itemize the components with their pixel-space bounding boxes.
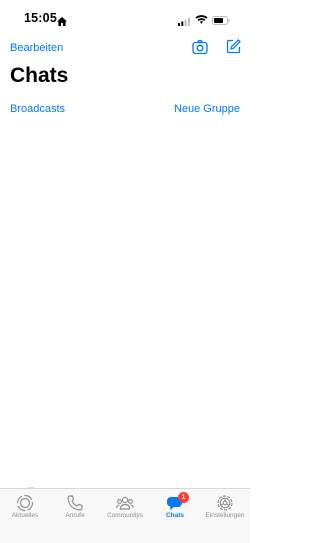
status-time: 15:05: [24, 11, 57, 25]
communities-icon: [116, 496, 134, 510]
broadcasts-link[interactable]: Broadcasts: [10, 103, 65, 115]
unread-badge: 1: [178, 492, 189, 503]
tab-bar: Aktuelles Anrufe Communitys 1 Chats Eins…: [0, 488, 250, 543]
camera-icon[interactable]: [192, 39, 208, 55]
status-bar: 15:05: [0, 0, 250, 34]
tab-calls[interactable]: Anrufe: [50, 489, 100, 543]
wifi-icon: [195, 11, 208, 29]
tab-settings[interactable]: Einstellungen: [200, 489, 250, 543]
updates-icon: [16, 494, 34, 512]
settings-gear-icon: [217, 495, 233, 511]
tab-label: Anrufe: [65, 512, 85, 519]
compose-icon[interactable]: [226, 39, 241, 54]
tab-chats[interactable]: 1 Chats: [150, 489, 200, 543]
tab-communities[interactable]: Communitys: [100, 489, 150, 543]
tab-label: Communitys: [106, 512, 144, 519]
phone-icon: [67, 495, 83, 511]
tab-label: Chats: [165, 512, 185, 519]
battery-icon: [212, 12, 230, 30]
tab-label: Aktuelles: [11, 512, 39, 519]
tab-label: Einstellungen: [205, 512, 245, 519]
new-group-link[interactable]: Neue Gruppe: [174, 103, 240, 115]
home-icon: [57, 13, 67, 31]
page-title: Chats: [10, 64, 69, 87]
edit-button[interactable]: Bearbeiten: [10, 42, 63, 54]
cellular-signal-icon: [178, 13, 190, 31]
tab-updates[interactable]: Aktuelles: [0, 489, 50, 543]
